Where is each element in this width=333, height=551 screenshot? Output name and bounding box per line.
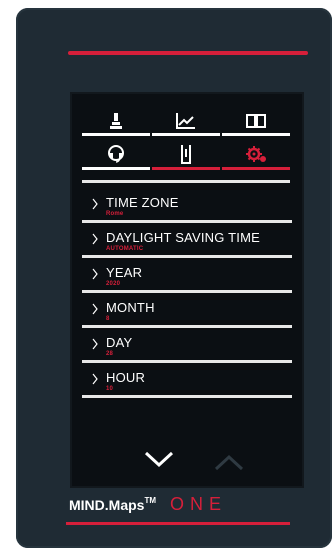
scroll-up-button[interactable] <box>214 454 244 472</box>
book-icon <box>245 113 267 129</box>
tab-settings[interactable] <box>222 138 290 170</box>
scroll-down-button[interactable] <box>144 450 174 468</box>
setting-label: DAYLIGHT SAVING TIME <box>106 230 261 245</box>
setting-value: 8 <box>106 316 110 322</box>
tab-chart[interactable] <box>152 106 220 136</box>
setting-row-time-zone[interactable]: TIME ZONE Rome <box>82 188 292 223</box>
setting-value: Rome <box>106 211 124 217</box>
tabs-divider <box>82 180 290 183</box>
brand-name: MIND.MapsTM <box>69 496 157 513</box>
tab-microscope[interactable] <box>82 106 150 136</box>
setting-label: DAY <box>106 335 133 350</box>
setting-value: AUTOMATIC <box>106 246 144 252</box>
chevron-right-icon <box>92 338 98 350</box>
setting-value: 2020 <box>106 281 121 287</box>
tab-bracket[interactable] <box>152 138 220 170</box>
setting-label: TIME ZONE <box>106 195 179 210</box>
setting-row-day[interactable]: DAY 28 <box>82 328 292 363</box>
chevron-right-icon <box>92 233 98 245</box>
tab-headset[interactable] <box>82 138 150 170</box>
setting-row-daylight-saving[interactable]: DAYLIGHT SAVING TIME AUTOMATIC <box>82 223 292 258</box>
setting-label: HOUR <box>106 370 146 385</box>
chevron-right-icon <box>92 373 98 385</box>
gear-icon <box>245 144 267 164</box>
device-frame: TIME ZONE Rome DAYLIGHT SAVING TIME AUTO… <box>16 8 332 548</box>
top-accent-bar <box>68 51 308 55</box>
setting-row-year[interactable]: YEAR 2020 <box>82 258 292 293</box>
tab-book[interactable] <box>222 106 290 136</box>
headset-icon <box>106 144 126 164</box>
chart-icon <box>175 112 197 130</box>
screen: TIME ZONE Rome DAYLIGHT SAVING TIME AUTO… <box>70 92 304 488</box>
setting-label: YEAR <box>106 265 143 280</box>
brand-edition: ONE <box>170 494 228 514</box>
microscope-icon <box>107 112 125 130</box>
chevron-right-icon <box>92 268 98 280</box>
bottom-accent-bar <box>66 522 290 525</box>
setting-label: MONTH <box>106 300 155 315</box>
setting-row-hour[interactable]: HOUR 10 <box>82 363 292 398</box>
setting-value: 10 <box>106 386 114 392</box>
setting-row-month[interactable]: MONTH 8 <box>82 293 292 328</box>
chevron-right-icon <box>92 198 98 210</box>
chevron-right-icon <box>92 303 98 315</box>
setting-value: 28 <box>106 351 114 357</box>
bracket-icon <box>178 143 194 165</box>
